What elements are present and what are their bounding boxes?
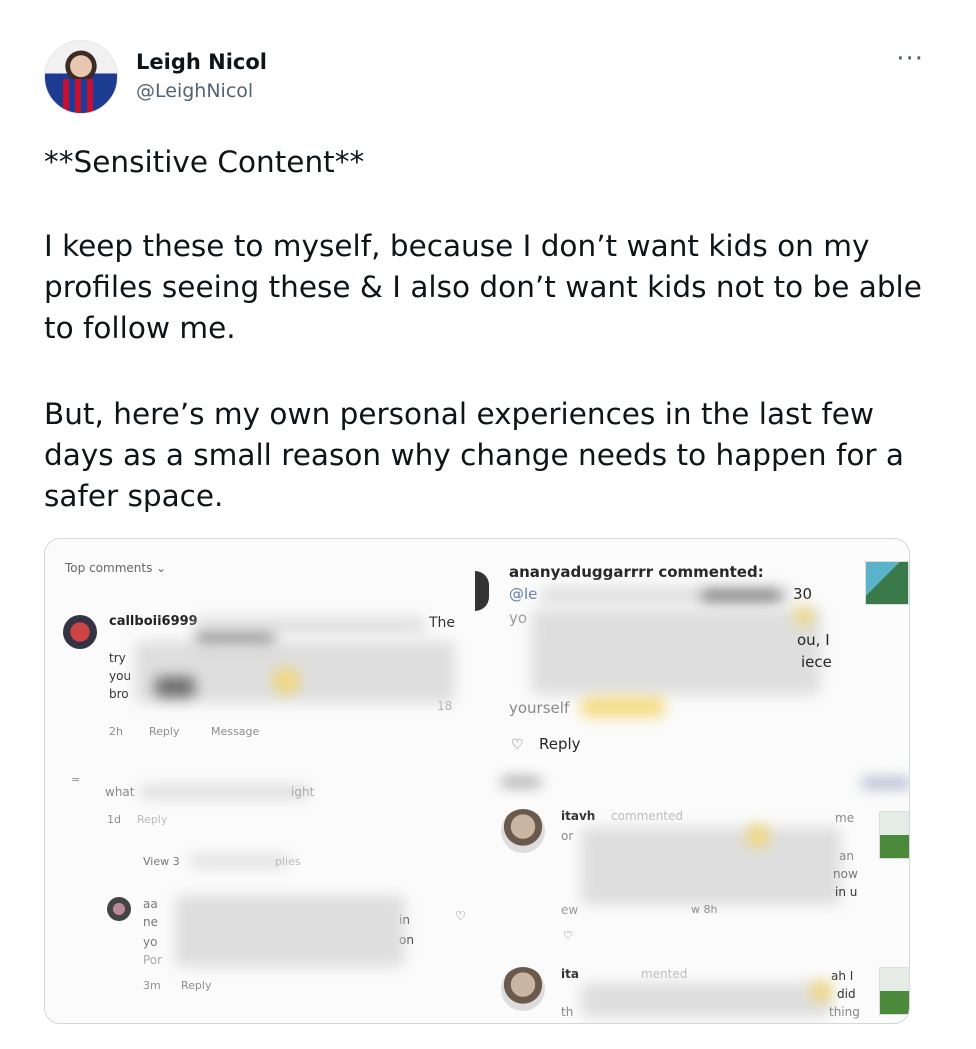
comment-text: did: [837, 987, 856, 1001]
blurred-emoji: [273, 669, 299, 693]
comment-timestamp: 3m: [143, 979, 161, 992]
comment-text: me: [835, 811, 855, 825]
post-thumbnail[interactable]: [879, 967, 909, 1015]
comment-text: yo: [143, 935, 158, 949]
comment-text: th: [561, 1005, 574, 1019]
message-link[interactable]: Message: [211, 725, 259, 738]
blurred-text: [139, 785, 309, 799]
comment-text: or: [561, 829, 574, 843]
comment-text: 30: [793, 585, 813, 603]
commenter-username: callboii6999: [109, 614, 198, 629]
comment-text: try: [109, 651, 126, 665]
comment-text: you: [109, 669, 132, 683]
blurred-text: [581, 827, 841, 905]
tweet-text-paragraph-2: I keep these to myself, because I don’t …: [44, 229, 922, 345]
comment-text: ight: [291, 785, 315, 799]
comment-text: bro: [109, 687, 129, 701]
blurred-text: [155, 677, 195, 697]
heart-icon[interactable]: ♡: [563, 929, 573, 942]
tweet-text-paragraph-3: But, here’s my own personal experiences …: [44, 397, 904, 513]
blurred-text: [175, 895, 405, 967]
comment-text: iece: [801, 653, 832, 671]
blurred-text: [581, 983, 831, 1017]
comment-timestamp: 1d: [107, 813, 121, 826]
post-thumbnail[interactable]: [865, 561, 909, 605]
heart-icon[interactable]: ♡: [511, 737, 524, 753]
drag-handle-icon: =: [71, 773, 81, 786]
comment-timestamp: w 8h: [691, 903, 718, 916]
blurred-emoji: [581, 697, 665, 717]
blurred-emoji: [795, 607, 813, 625]
reply-link[interactable]: Reply: [181, 979, 211, 992]
comment-text: The: [429, 615, 456, 631]
blurred-text: [861, 779, 909, 787]
comment-text: mented: [641, 967, 688, 981]
mention-link[interactable]: @le: [509, 585, 537, 603]
top-comments-label: Top comments ⌄: [65, 561, 167, 575]
commenter-username: itavh: [561, 809, 596, 823]
blurred-emoji: [811, 981, 831, 1001]
heart-icon[interactable]: ♡: [455, 909, 466, 923]
commenter-avatar: [475, 571, 489, 611]
comment-text: Por: [143, 953, 163, 967]
comment-text: ah I: [831, 969, 854, 983]
commenter-avatar: [501, 967, 545, 1011]
author-avatar[interactable]: [44, 40, 118, 114]
tweet-header: Leigh Nicol @LeighNicol ···: [44, 40, 924, 120]
view-replies-link[interactable]: plies: [275, 855, 301, 868]
blurred-text: [189, 855, 289, 867]
comment-text: now: [833, 867, 858, 881]
comment-text: ne: [143, 915, 158, 929]
tweet-text-line-1: **Sensitive Content**: [44, 145, 365, 179]
commenter-avatar: [63, 615, 97, 649]
comment-text: aa: [143, 897, 158, 911]
author-handle[interactable]: @LeighNicol: [136, 80, 253, 102]
blurred-text: [701, 591, 781, 601]
comment-text: commented: [611, 809, 684, 823]
comment-text: in u: [835, 885, 858, 899]
blurred-emoji: [747, 825, 769, 847]
blurred-text: [531, 609, 821, 695]
reply-link[interactable]: Reply: [539, 735, 581, 753]
blurred-text: [195, 617, 425, 633]
reply-link[interactable]: Reply: [137, 813, 167, 826]
commenter-avatar: [501, 809, 545, 853]
comment-text: an: [839, 849, 854, 863]
commenter-avatar: [107, 897, 131, 921]
view-replies-link[interactable]: View 3: [143, 855, 180, 868]
screenshot-panel-right: ananyaduggarrrr commented: @le 30 yo ou,…: [475, 539, 909, 1023]
comment-text: ew: [561, 903, 579, 917]
comment-text: ou, I: [797, 631, 830, 649]
comment-text: yo: [509, 609, 528, 627]
author-display-name[interactable]: Leigh Nicol: [136, 50, 267, 74]
blurred-text: [501, 779, 541, 785]
tweet-media-image[interactable]: Top comments ⌄ callboii6999 The try you …: [44, 538, 910, 1024]
post-thumbnail[interactable]: [879, 811, 909, 859]
reply-link[interactable]: Reply: [149, 725, 179, 738]
comment-timestamp: 2h: [109, 725, 123, 738]
screenshot-panel-left: Top comments ⌄ callboii6999 The try you …: [45, 539, 475, 1023]
more-options-icon[interactable]: ···: [896, 44, 924, 74]
comment-text: yourself: [509, 699, 570, 717]
comment-header: ananyaduggarrrr commented:: [509, 563, 764, 581]
comment-text: thing: [829, 1005, 860, 1019]
commenter-username: ita: [561, 967, 579, 981]
comment-text: what: [105, 785, 135, 799]
